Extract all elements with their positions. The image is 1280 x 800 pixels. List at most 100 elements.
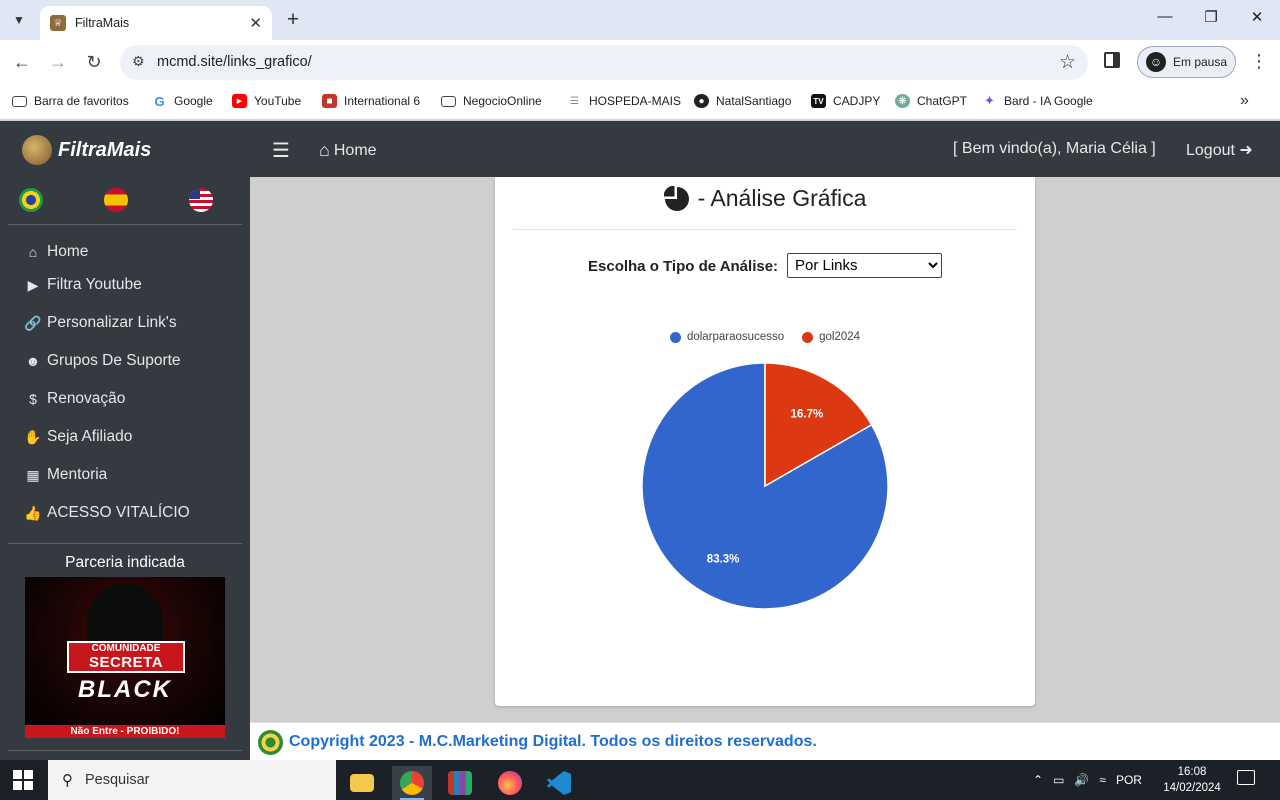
sidebar-item-renovacao[interactable]: $ Renovação — [23, 390, 125, 408]
profile-avatar: ☺ — [1146, 52, 1166, 72]
bookmark-cadjpy[interactable]: TV CADJPY — [811, 94, 880, 108]
sidebar-divider — [8, 224, 242, 225]
brazil-flag-icon[interactable] — [19, 188, 43, 212]
banner-line2: SECRETA — [88, 654, 164, 671]
reload-button[interactable]: ↻ — [82, 52, 106, 73]
sidebar-item-label: Renovação — [47, 390, 126, 407]
new-tab-button[interactable]: + — [281, 8, 305, 32]
bookmark-label: CADJPY — [833, 94, 881, 108]
profile-button[interactable]: ☺ Em pausa — [1137, 46, 1236, 78]
restore-window-button[interactable]: ❐ — [1196, 8, 1226, 26]
youtube-icon: ▶ — [232, 94, 247, 108]
back-button[interactable]: ← — [10, 52, 34, 73]
github-icon: ● — [694, 94, 709, 108]
close-tab-icon[interactable]: ✕ — [249, 14, 262, 32]
battery-icon[interactable]: ▭ — [1053, 773, 1064, 787]
sidebar-item-filtra-youtube[interactable]: ▶ Filtra Youtube — [23, 276, 142, 294]
bookmark-google[interactable]: G Google — [152, 94, 213, 109]
legend-item[interactable]: gol2024 — [802, 331, 860, 343]
spain-flag-icon[interactable] — [104, 188, 128, 212]
taskbar-app-chart[interactable] — [440, 766, 480, 800]
legend-label: gol2024 — [819, 331, 861, 343]
volume-icon[interactable]: 🔊 — [1074, 773, 1089, 787]
analysis-type-label: Escolha o Tipo de Análise: — [588, 258, 779, 275]
banner-strip: Não Entre - PROIBIDO! — [25, 725, 225, 738]
taskbar-vscode[interactable] — [539, 766, 579, 800]
home-icon: ⌂ — [28, 244, 38, 260]
card-divider — [513, 229, 1017, 230]
windows-start-icon[interactable] — [13, 770, 33, 790]
bookmark-bard[interactable]: ✦ Bard - IA Google — [982, 93, 1093, 108]
sidebar-item-home[interactable]: ⌂ Home — [23, 243, 89, 261]
close-window-button[interactable]: ✕ — [1242, 8, 1272, 26]
thumbs-up-icon: 👍 — [24, 504, 42, 521]
site-logo[interactable]: FiltraMais — [22, 135, 151, 165]
header-home-label: Home — [333, 141, 377, 159]
legend-item[interactable]: dolarparaosucesso — [669, 331, 785, 343]
browser-toolbar: ← → ↻ ⚙ mcmd.site/links_grafico/ ☆ ☺ Em … — [0, 40, 1280, 86]
wifi-icon[interactable]: ≈ — [1099, 773, 1106, 787]
url-text[interactable]: mcmd.site/links_grafico/ — [157, 54, 312, 70]
sidebar-item-grupos-de-suporte[interactable]: ☻ Grupos De Suporte — [23, 352, 181, 370]
bookmark-label: Barra de favoritos — [34, 94, 129, 108]
bookmark-star-icon[interactable]: ☆ — [1059, 51, 1076, 74]
menu-toggle-icon[interactable]: ☰ — [272, 138, 290, 163]
address-bar[interactable]: ⚙ mcmd.site/links_grafico/ ☆ — [120, 45, 1088, 80]
browser-menu-icon[interactable]: ⋮ — [1250, 51, 1268, 72]
bookmark-negocioonline[interactable]: NegocioOnline — [441, 94, 542, 108]
sidebar-item-personalizar-links[interactable]: 🔗 Personalizar Link's — [23, 314, 177, 332]
browser-tab[interactable]: ♕ FiltraMais ✕ — [40, 6, 272, 40]
bookmark-international-6[interactable]: ■ International 6 — [322, 94, 420, 108]
logout-label: Logout — [1186, 142, 1235, 159]
tab-search-button[interactable]: ▼ — [6, 7, 32, 33]
sidebar-item-acesso-vitalicio[interactable]: 👍 ACESSO VITALÍCIO — [23, 504, 190, 522]
folder-icon — [441, 95, 456, 107]
bookmark-barra-de-favoritos[interactable]: Barra de favoritos — [12, 94, 129, 108]
more-bookmarks-icon[interactable]: » — [1240, 92, 1249, 110]
bookmark-chatgpt[interactable]: ❋ ChatGPT — [895, 94, 967, 108]
partner-title: Parceria indicada — [65, 554, 185, 571]
taskbar-search[interactable]: ⚲ Pesquisar — [48, 760, 336, 800]
bookmark-label: NegocioOnline — [463, 94, 542, 108]
taskbar-firefox[interactable] — [490, 766, 530, 800]
taskbar-clock[interactable]: 16:08 14/02/2024 — [1160, 764, 1224, 796]
welcome-text: [ Bem vindo(a), Maria Célia ] — [953, 140, 1156, 157]
site-info-icon[interactable]: ⚙ — [132, 53, 145, 70]
chrome-icon — [400, 771, 424, 795]
pie-chart: 83.3% 16.7% — [641, 362, 889, 610]
show-hidden-icons-icon[interactable]: ⌃ — [1033, 773, 1043, 787]
language-indicator[interactable]: POR — [1116, 773, 1142, 787]
bookmark-natalsantiago[interactable]: ● NatalSantiago — [694, 94, 791, 108]
bookmark-label: NatalSantiago — [716, 94, 792, 108]
bookmarks-bar: Barra de favoritos G Google ▶ YouTube ■ … — [0, 86, 1280, 120]
notifications-icon[interactable] — [1237, 770, 1255, 785]
clock-time: 16:08 — [1177, 766, 1207, 778]
header-home-link[interactable]: ⌂ Home — [319, 140, 377, 161]
analysis-type-select[interactable]: Por Links — [787, 253, 942, 278]
taskbar-file-explorer[interactable] — [342, 766, 382, 800]
firefox-icon — [498, 771, 522, 795]
sidebar-item-label: Personalizar Link's — [47, 314, 177, 331]
banner-title-box: COMUNIDADE SECRETA — [67, 641, 185, 673]
site-favicon: ♕ — [50, 15, 66, 31]
logout-link[interactable]: Logout ➜ — [1186, 140, 1253, 160]
sidebar-divider — [8, 543, 242, 544]
browser-tab-bar: ▼ ♕ FiltraMais ✕ + — ❐ ✕ — [0, 0, 1280, 40]
sidebar-item-seja-afiliado[interactable]: ✋ Seja Afiliado — [23, 428, 132, 446]
forward-button[interactable]: → — [46, 52, 70, 73]
bookmark-youtube[interactable]: ▶ YouTube — [232, 94, 301, 108]
bookmark-label: Google — [174, 94, 213, 108]
taskbar-chrome[interactable] — [392, 766, 432, 800]
sidebar-divider — [8, 750, 242, 751]
partner-banner[interactable]: COMUNIDADE SECRETA BLACK Não Entre - PRO… — [25, 577, 225, 738]
sidebar: ⌂ Home ▶ Filtra Youtube 🔗 Personalizar L… — [0, 177, 250, 760]
clock-date: 14/02/2024 — [1163, 782, 1221, 794]
sidebar-item-label: ACESSO VITALÍCIO — [47, 504, 190, 521]
system-tray: ⌃ ▭ 🔊 ≈ POR — [1028, 760, 1147, 800]
legend-label: dolarparaosucesso — [686, 331, 785, 343]
side-panel-icon[interactable] — [1104, 52, 1120, 68]
usa-flag-icon[interactable] — [189, 188, 213, 212]
sidebar-item-mentoria[interactable]: ▦ Mentoria — [23, 466, 107, 484]
minimize-window-button[interactable]: — — [1150, 8, 1180, 25]
bookmark-hospeda-mais[interactable]: ☰ HOSPEDA-MAIS — [567, 94, 681, 108]
